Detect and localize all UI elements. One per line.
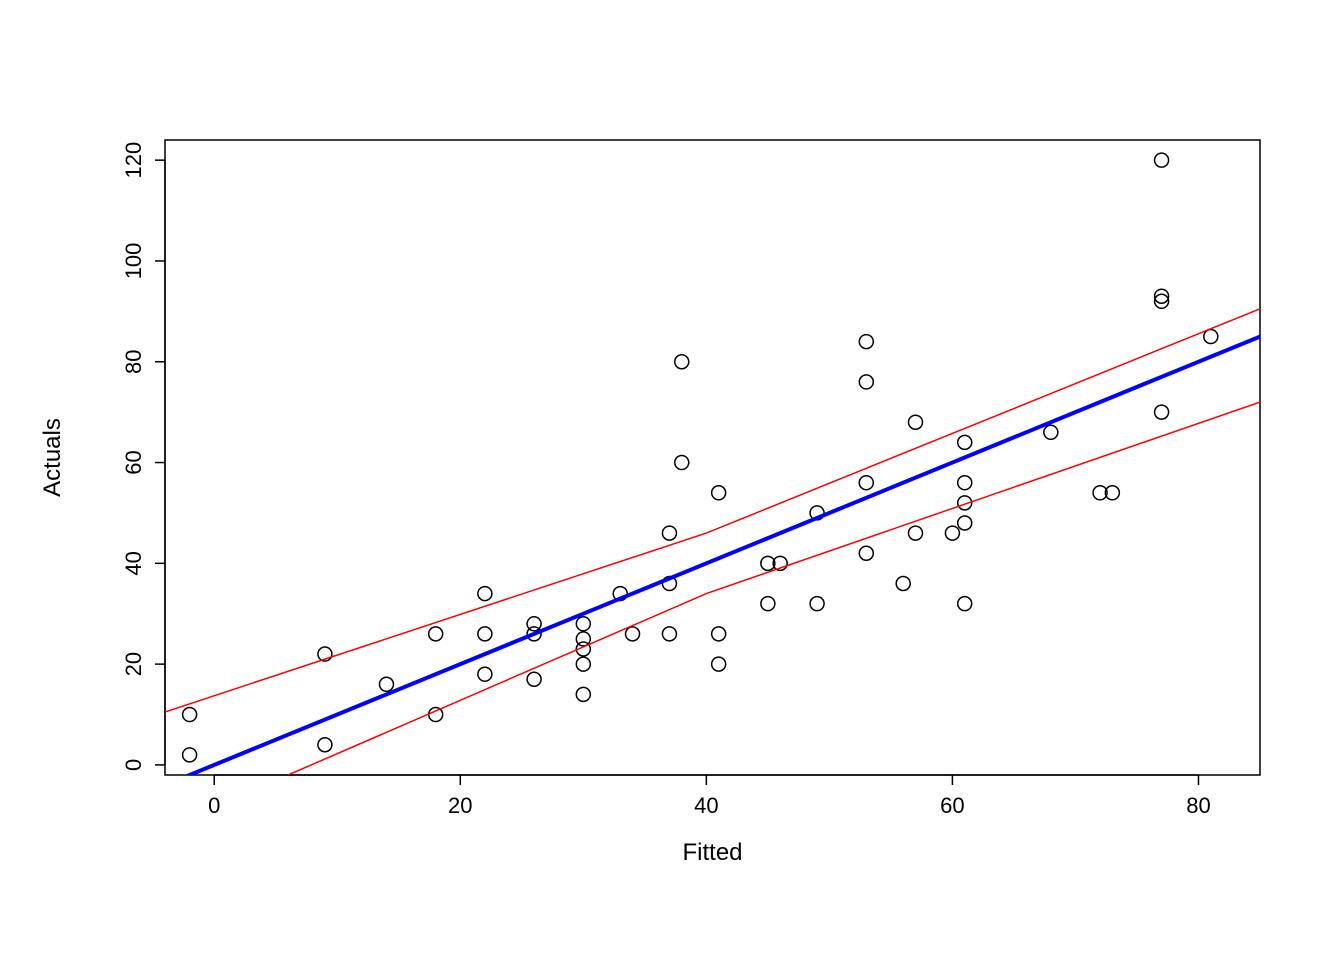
data-point bbox=[859, 375, 873, 389]
data-point bbox=[478, 667, 492, 681]
x-axis-label: Fitted bbox=[682, 839, 742, 866]
data-point bbox=[626, 627, 640, 641]
data-point bbox=[576, 687, 590, 701]
y-tick-label: 80 bbox=[121, 350, 146, 374]
x-tick-label: 0 bbox=[208, 793, 220, 818]
data-point bbox=[896, 576, 910, 590]
y-tick-label: 40 bbox=[121, 551, 146, 575]
plot-border bbox=[165, 140, 1260, 775]
y-tick-label: 0 bbox=[121, 759, 146, 771]
data-point bbox=[662, 526, 676, 540]
data-point bbox=[909, 526, 923, 540]
data-point bbox=[1155, 153, 1169, 167]
data-point bbox=[675, 456, 689, 470]
data-point bbox=[478, 627, 492, 641]
data-point bbox=[429, 627, 443, 641]
data-point bbox=[318, 738, 332, 752]
data-points bbox=[183, 153, 1218, 762]
data-point bbox=[810, 597, 824, 611]
x-axis: 0 20 40 60 80 bbox=[208, 775, 1211, 818]
y-tick-label: 20 bbox=[121, 652, 146, 676]
y-tick-label: 60 bbox=[121, 450, 146, 474]
data-point bbox=[576, 632, 590, 646]
data-point bbox=[1155, 405, 1169, 419]
data-point bbox=[958, 597, 972, 611]
x-tick-label: 60 bbox=[940, 793, 964, 818]
data-point bbox=[859, 546, 873, 560]
data-point bbox=[183, 708, 197, 722]
x-tick-label: 80 bbox=[1186, 793, 1210, 818]
data-point bbox=[958, 516, 972, 530]
data-point bbox=[712, 486, 726, 500]
y-tick-label: 120 bbox=[121, 142, 146, 179]
data-point bbox=[712, 627, 726, 641]
data-point bbox=[909, 415, 923, 429]
data-point bbox=[576, 657, 590, 671]
data-point bbox=[183, 748, 197, 762]
data-point bbox=[958, 476, 972, 490]
data-point bbox=[945, 526, 959, 540]
data-point bbox=[576, 617, 590, 631]
upper-confidence-band bbox=[165, 309, 1260, 712]
scatter-chart: 0 20 40 60 80 0 20 40 60 80 100 120 Fitted Actuals bbox=[0, 0, 1344, 960]
data-point bbox=[859, 476, 873, 490]
x-tick-label: 20 bbox=[448, 793, 472, 818]
data-point bbox=[1044, 425, 1058, 439]
regression-line bbox=[165, 337, 1260, 786]
data-point bbox=[527, 672, 541, 686]
y-tick-label: 100 bbox=[121, 243, 146, 280]
x-tick-label: 40 bbox=[694, 793, 718, 818]
data-point bbox=[478, 587, 492, 601]
data-point bbox=[958, 435, 972, 449]
data-point bbox=[662, 627, 676, 641]
lower-confidence-band bbox=[288, 402, 1260, 775]
y-axis-label: Actuals bbox=[39, 418, 66, 497]
data-point bbox=[712, 657, 726, 671]
data-point bbox=[1204, 330, 1218, 344]
y-axis: 0 20 40 60 80 100 120 bbox=[121, 142, 165, 771]
data-point bbox=[761, 597, 775, 611]
data-point bbox=[379, 677, 393, 691]
data-point bbox=[675, 355, 689, 369]
data-point bbox=[859, 335, 873, 349]
